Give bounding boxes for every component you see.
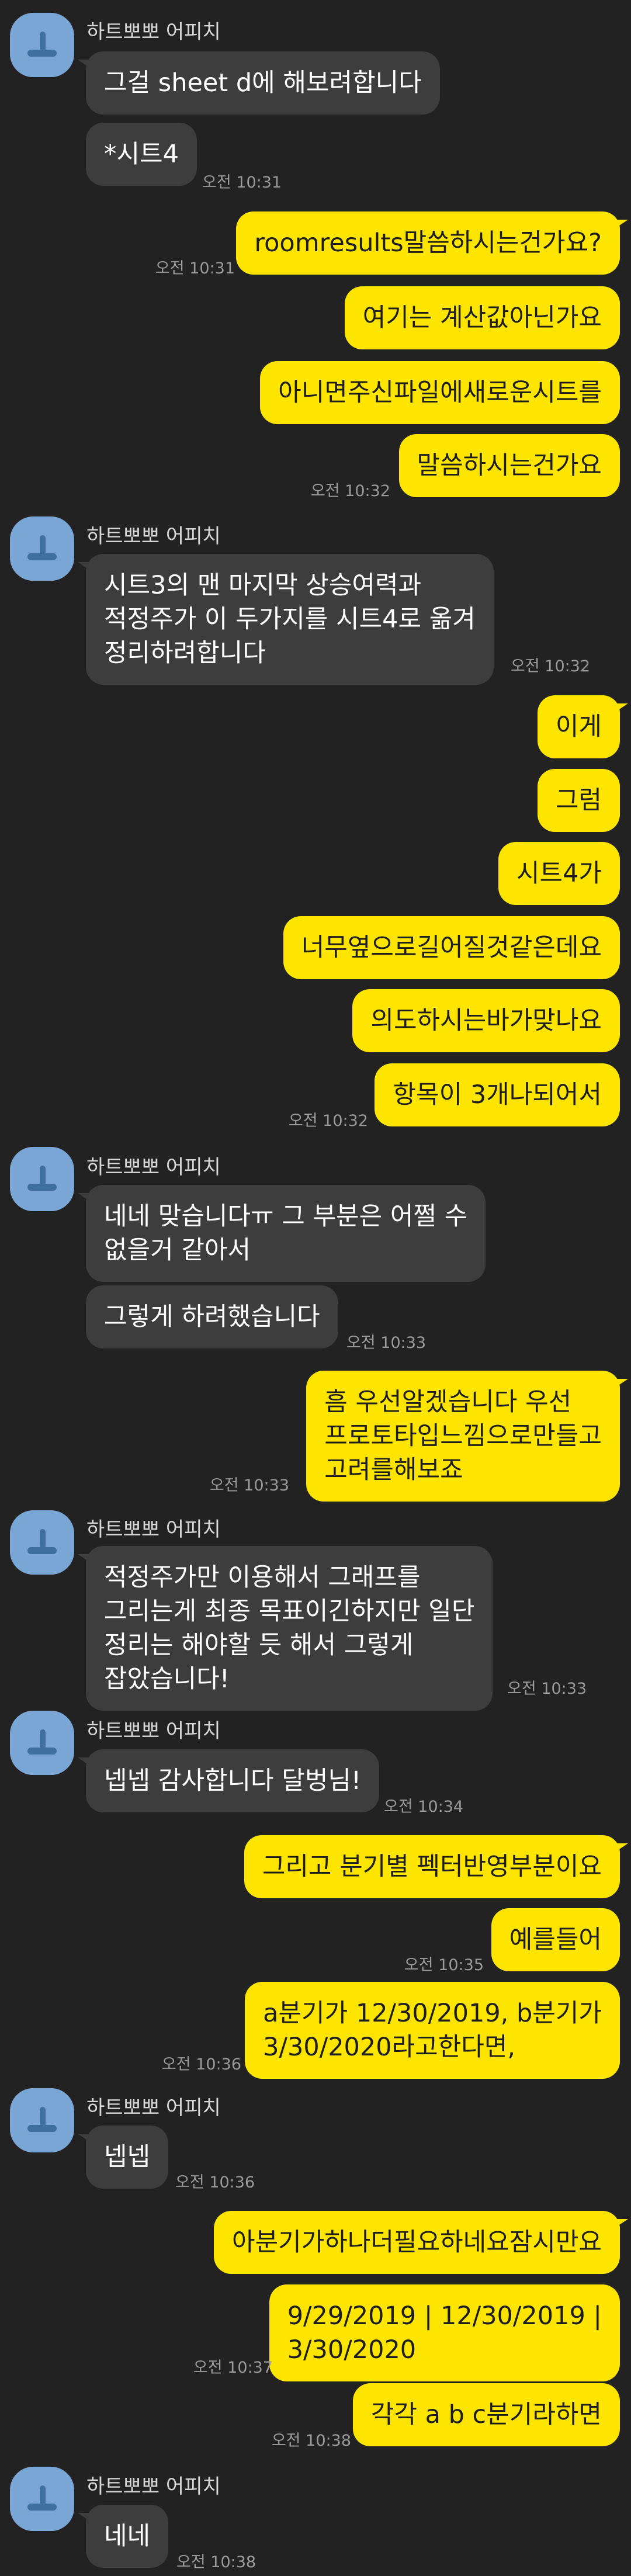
message-line: 정리하려합니다 [104, 639, 266, 668]
default-profile-icon [10, 1711, 74, 1775]
chat-room[interactable]: 하트뽀뽀 어피치 그걸 sheet d에 해보려합니다 *시트4 오전 10:3… [0, 0, 631, 2576]
sender-name: 하트뽀뽀 어피치 [86, 20, 221, 44]
message-line: 적정주가만 이용해서 그래프를 [104, 1563, 421, 1592]
message-bubble[interactable]: 넵넵 감사합니다 달벙님! [77, 1749, 380, 1812]
message-bubble[interactable]: 여기는 계산값아닌가요 [344, 286, 620, 349]
profile-avatar[interactable] [10, 1510, 74, 1575]
message-bubble[interactable]: 아분기가하나더필요하네요잠시만요 [214, 2211, 628, 2274]
message-line: 시트3의 맨 마지막 상승여력과 [104, 571, 422, 600]
message-time: 오전 10:38 [176, 2553, 256, 2571]
message-time: 오전 10:32 [310, 482, 390, 500]
message-bubble[interactable]: 이게 [537, 695, 629, 758]
default-profile-icon [10, 516, 74, 581]
sender-name: 하트뽀뽀 어피치 [86, 1518, 221, 1541]
message-time: 오전 10:33 [507, 1680, 587, 1698]
message-bubble[interactable]: *시트4 [86, 123, 197, 186]
message-time: 오전 10:31 [202, 174, 282, 192]
message-bubble[interactable]: 네네 [77, 2505, 169, 2568]
message-time: 오전 10:31 [155, 259, 235, 278]
message-line: 네네 맞습니다ㅠ 그 부분은 어쩔 수 [104, 1202, 468, 1231]
message-line: 9/29/2019 | 12/30/2019 | [287, 2301, 602, 2331]
message-time: 오전 10:33 [346, 1334, 427, 1352]
message-bubble[interactable]: 넵넵 [77, 2126, 169, 2189]
message-time: 오전 10:33 [209, 1476, 289, 1495]
message-time: 오전 10:32 [288, 1112, 368, 1130]
default-profile-icon [10, 1510, 74, 1575]
default-profile-icon [10, 1147, 74, 1211]
profile-avatar[interactable] [10, 1147, 74, 1211]
message-bubble[interactable]: 의도하시는바가맞나요 [352, 989, 620, 1052]
message-bubble[interactable]: 아니면주신파일에새로운시트를 [260, 361, 620, 424]
message-bubble[interactable]: 9/29/2019 | 12/30/2019 | 3/30/2020 [269, 2284, 620, 2381]
message-line: 흠 우선알겠습니다 우선 [324, 1388, 572, 1417]
message-line: a분기가 12/30/2019, b분기가 [263, 1999, 602, 2028]
message-time: 오전 10:35 [404, 1956, 484, 1974]
sender-name: 하트뽀뽀 어피치 [86, 2096, 221, 2120]
message-line: 프로토타입느낌으로만들고 [324, 1422, 602, 1451]
message-time: 오전 10:36 [161, 2055, 241, 2074]
message-line: 그리는게 최종 목표이긴하지만 일단 [104, 1597, 475, 1626]
message-bubble[interactable]: 적정주가만 이용해서 그래프를 그리는게 최종 목표이긴하지만 일단 정리는 해… [77, 1546, 493, 1711]
message-bubble[interactable]: 예를들어 [491, 1908, 620, 1971]
sender-name: 하트뽀뽀 어피치 [86, 2475, 221, 2498]
message-line: 3/30/2020라고한다면, [263, 2033, 516, 2062]
message-bubble[interactable]: 그렇게 하려했습니다 [86, 1285, 338, 1348]
message-bubble[interactable]: 각각 a b c분기라하면 [352, 2383, 620, 2446]
message-bubble[interactable]: roomresults말씀하시는건가요? [236, 212, 628, 275]
message-bubble[interactable]: 시트4가 [498, 842, 620, 905]
message-time: 오전 10:34 [384, 1798, 464, 1816]
message-bubble[interactable]: 너무옆으로길어질것같은데요 [283, 916, 620, 979]
message-line: 적정주가 이 두가지를 시트4로 옮겨 [104, 605, 476, 634]
message-line: 3/30/2020 [287, 2335, 417, 2364]
message-time: 오전 10:38 [271, 2432, 351, 2450]
message-bubble[interactable]: 네네 맞습니다ㅠ 그 부분은 어쩔 수 없을거 같아서 [77, 1185, 486, 1282]
sender-name: 하트뽀뽀 어피치 [86, 1719, 221, 1743]
message-line: 없을거 같아서 [104, 1236, 251, 1265]
message-line: 잡았습니다! [104, 1665, 230, 1694]
default-profile-icon [10, 2467, 74, 2531]
profile-avatar[interactable] [10, 13, 74, 77]
message-bubble[interactable]: 말씀하시는건가요 [398, 434, 620, 497]
message-bubble[interactable]: 그걸 sheet d에 해보려합니다 [78, 51, 440, 115]
message-bubble[interactable]: 그럼 [537, 769, 620, 832]
sender-name: 하트뽀뽀 어피치 [86, 525, 221, 548]
sender-name: 하트뽀뽀 어피치 [86, 1156, 221, 1179]
default-profile-icon [10, 13, 74, 77]
profile-avatar[interactable] [10, 2467, 74, 2531]
message-bubble[interactable]: 그리고 분기별 펙터반영부분이요 [244, 1835, 629, 1898]
message-line: 정리는 해야할 듯 해서 그렇게 [104, 1631, 414, 1660]
profile-avatar[interactable] [10, 516, 74, 581]
profile-avatar[interactable] [10, 1711, 74, 1775]
message-bubble[interactable]: 시트3의 맨 마지막 상승여력과 적정주가 이 두가지를 시트4로 옮겨 정리하… [78, 554, 494, 685]
message-time: 오전 10:37 [193, 2359, 273, 2377]
message-time: 오전 10:32 [511, 657, 591, 675]
profile-avatar[interactable] [10, 2088, 74, 2152]
message-bubble[interactable]: 항목이 3개나되어서 [375, 1063, 620, 1126]
default-profile-icon [10, 2088, 74, 2152]
message-bubble[interactable]: 흠 우선알겠습니다 우선 프로토타입느낌으로만들고 고려를해보죠 [306, 1371, 628, 1502]
message-line: 고려를해보죠 [324, 1455, 463, 1485]
message-time: 오전 10:36 [175, 2173, 255, 2192]
message-bubble[interactable]: a분기가 12/30/2019, b분기가 3/30/2020라고한다면, [245, 1982, 620, 2079]
